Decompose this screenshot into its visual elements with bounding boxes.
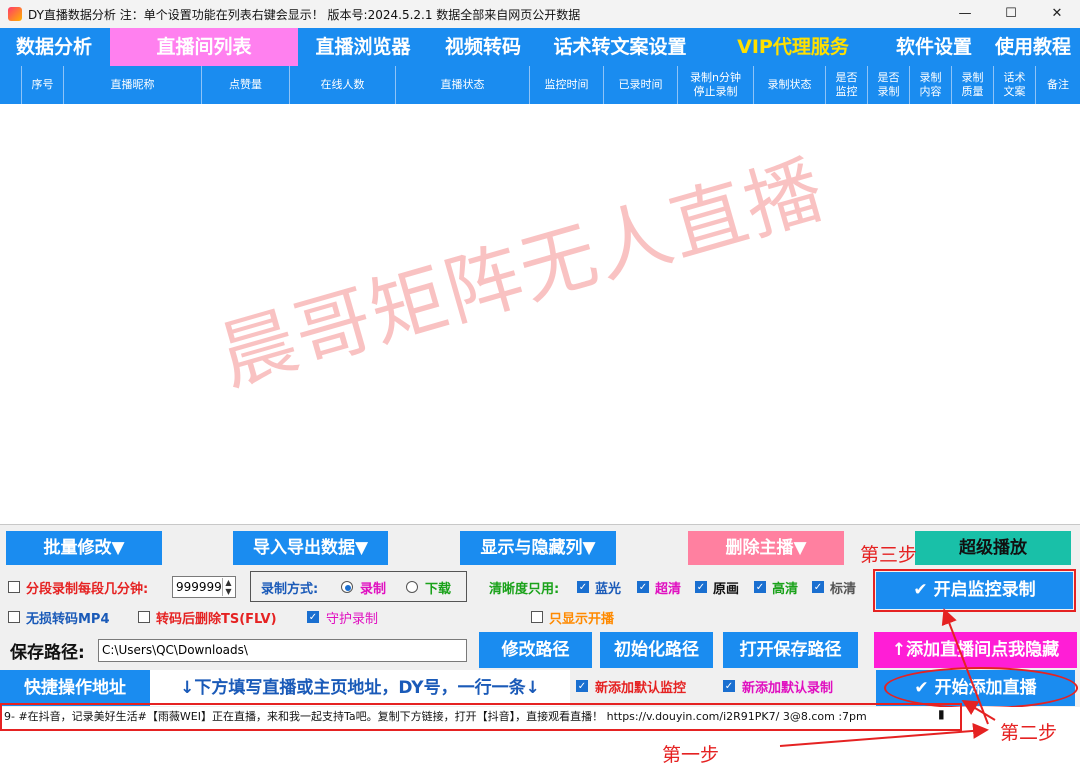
annotation-arrows (779, 608, 996, 747)
arrow-step3 (941, 608, 989, 725)
arrow-step1 (779, 722, 989, 747)
